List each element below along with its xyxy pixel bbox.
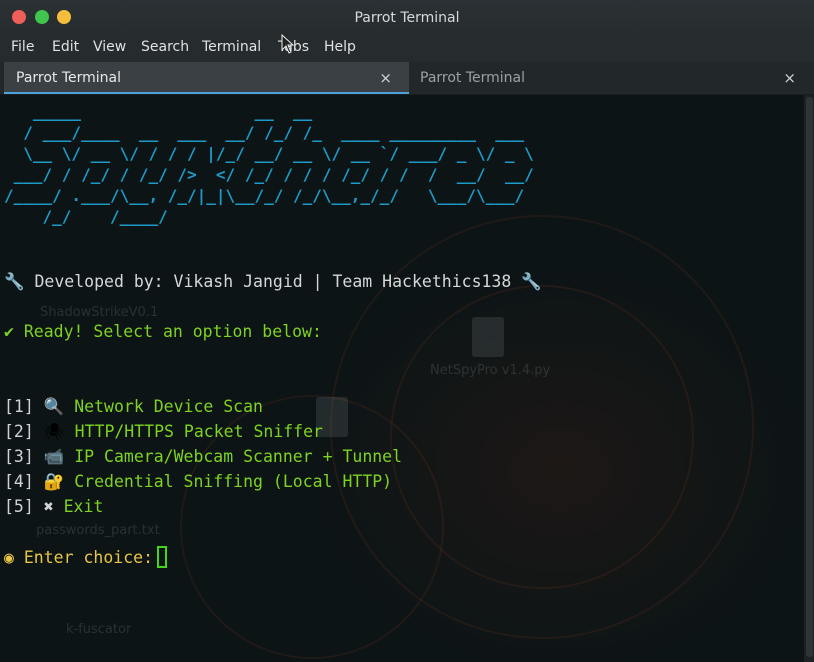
close-icon: ✖ <box>43 497 54 516</box>
menu-option-2: [2] 🕷 HTTP/HTTPS Packet Sniffer <box>4 422 323 442</box>
menu-search[interactable]: Search <box>141 39 189 55</box>
menu-terminal[interactable]: Terminal <box>202 39 261 55</box>
terminal-cursor[interactable] <box>157 546 168 568</box>
option-number: [4] <box>4 472 34 491</box>
option-label: HTTP/HTTPS Packet Sniffer <box>74 422 323 441</box>
lock-icon: 🔐 <box>43 472 65 491</box>
desktop-label: NetSpyPro v1.4.py <box>430 363 551 378</box>
desktop-label: passwords_part.txt <box>36 523 160 538</box>
ascii-art-banner: _____ __ __ / ___/____ __ ___ __/ /_/ /_… <box>4 102 534 226</box>
tab-close-icon[interactable]: × <box>783 69 796 87</box>
tab-label: Parrot Terminal <box>420 70 526 86</box>
option-number: [3] <box>4 447 34 466</box>
option-label: IP Camera/Webcam Scanner + Tunnel <box>74 447 403 466</box>
option-number: [2] <box>4 422 34 441</box>
ready-message: ✔ Ready! Select an option below: <box>4 322 322 341</box>
terminal-output[interactable]: ShadowStrikeV0.1 NetSpyPro v1.4.py passw… <box>0 95 804 662</box>
desktop-label: ShadowStrikeV0.1 <box>40 305 159 320</box>
menu-option-5: [5] ✖ Exit <box>4 497 103 516</box>
window-title: Parrot Terminal <box>354 10 460 26</box>
tab-label: Parrot Terminal <box>16 70 122 86</box>
title-bar[interactable]: Parrot Terminal <box>0 0 814 36</box>
tab-parrot-terminal-2[interactable]: Parrot Terminal × <box>409 62 814 94</box>
tab-close-icon[interactable]: × <box>379 69 392 87</box>
choice-prompt-line[interactable]: ◉ Enter choice: <box>4 546 168 568</box>
option-number: [1] <box>4 397 34 416</box>
developer-credit: 🔧 Developed by: Vikash Jangid | Team Hac… <box>4 272 542 291</box>
desktop-label: k-fuscator <box>66 622 132 637</box>
menu-file[interactable]: File <box>11 39 34 55</box>
menu-help[interactable]: Help <box>324 39 356 55</box>
menu-edit[interactable]: Edit <box>52 39 79 55</box>
terminal-window: Parrot Terminal File Edit View Search Te… <box>0 0 814 662</box>
camera-icon: 📹 <box>43 447 65 466</box>
option-label: Credential Sniffing (Local HTTP) <box>74 472 393 491</box>
menu-bar: File Edit View Search Terminal Tabs Help <box>0 36 814 62</box>
option-label: Exit <box>63 497 104 516</box>
option-number: [5] <box>4 497 34 516</box>
search-icon: 🔍 <box>43 397 65 416</box>
tab-parrot-terminal-1[interactable]: Parrot Terminal × <box>4 62 409 94</box>
choice-prompt: ◉ Enter choice: <box>4 548 154 567</box>
scrollbar-thumb[interactable] <box>806 97 813 657</box>
mouse-pointer-icon <box>281 34 295 54</box>
menu-option-4: [4] 🔐 Credential Sniffing (Local HTTP) <box>4 472 392 492</box>
desktop-file-icon <box>472 317 504 357</box>
spider-icon: 🕷 <box>43 422 65 441</box>
menu-option-1: [1] 🔍 Network Device Scan <box>4 397 263 417</box>
menu-view[interactable]: View <box>93 39 126 55</box>
tab-bar: Parrot Terminal × Parrot Terminal × <box>0 62 814 95</box>
option-label: Network Device Scan <box>74 397 263 416</box>
menu-option-3: [3] 📹 IP Camera/Webcam Scanner + Tunnel <box>4 447 402 467</box>
